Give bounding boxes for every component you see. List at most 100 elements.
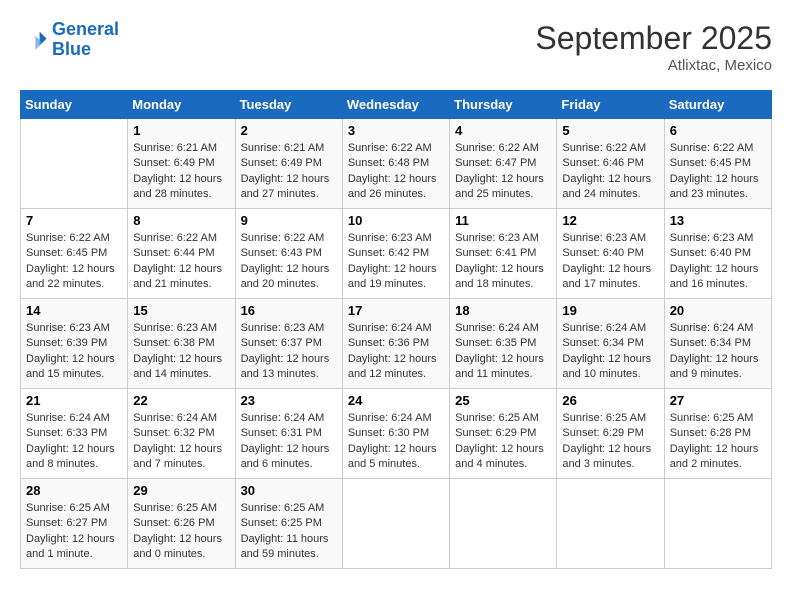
day-number: 8 [133,213,229,228]
day-info: Sunrise: 6:22 AMSunset: 6:45 PMDaylight:… [670,141,766,203]
day-cell [664,479,771,569]
day-number: 9 [241,213,337,228]
day-info: Sunrise: 6:22 AMSunset: 6:47 PMDaylight:… [455,141,551,203]
day-info: Sunrise: 6:24 AMSunset: 6:30 PMDaylight:… [348,411,444,473]
day-number: 6 [670,123,766,138]
day-cell: 19Sunrise: 6:24 AMSunset: 6:34 PMDayligh… [557,299,664,389]
day-number: 26 [562,393,658,408]
day-number: 19 [562,303,658,318]
day-cell: 29 Sunrise: 6:25 AMSunset: 6:26 PMDayligh… [128,479,235,569]
day-number: 15 [133,303,229,318]
day-cell [557,479,664,569]
page-header: General Blue September 2025 Atlixtac, Me… [20,20,772,74]
day-info: Sunrise: 6:24 AMSunset: 6:33 PMDaylight:… [26,411,122,473]
day-info: Sunrise: 6:23 AMSunset: 6:42 PMDaylight:… [348,231,444,293]
day-info: Sunrise: 6:23 AMSunset: 6:39 PMDaylight:… [26,321,122,383]
day-header-friday: Friday [557,91,664,119]
day-info: Sunrise: 6:23 AMSunset: 6:40 PMDaylight:… [670,231,766,293]
day-info: Sunrise: 6:21 AMSunset: 6:49 PMDaylight:… [241,141,337,203]
day-header-wednesday: Wednesday [342,91,449,119]
day-cell: 5Sunrise: 6:22 AMSunset: 6:46 PMDaylight… [557,119,664,209]
day-number: 13 [670,213,766,228]
day-info: Sunrise: 6:24 AMSunset: 6:36 PMDaylight:… [348,321,444,383]
day-info: Sunrise: 6:25 AMSunset: 6:29 PMDaylight:… [562,411,658,473]
day-number: 3 [348,123,444,138]
day-info: Sunrise: 6:24 AMSunset: 6:31 PMDaylight:… [241,411,337,473]
day-cell: 27 Sunrise: 6:25 AMSunset: 6:28 PMDayligh… [664,389,771,479]
day-number: 23 [241,393,337,408]
day-number: 24 [348,393,444,408]
day-cell: 21 Sunrise: 6:24 AMSunset: 6:33 PMDayligh… [21,389,128,479]
month-title: September 2025 [535,20,772,57]
day-info: Sunrise: 6:25 AMSunset: 6:28 PMDaylight:… [670,411,766,473]
day-header-sunday: Sunday [21,91,128,119]
day-info: Sunrise: 6:25 AMSunset: 6:27 PMDaylight:… [26,501,122,563]
day-cell: 24 Sunrise: 6:24 AMSunset: 6:30 PMDayligh… [342,389,449,479]
day-number: 20 [670,303,766,318]
day-info: Sunrise: 6:25 AMSunset: 6:26 PMDaylight:… [133,501,229,563]
day-cell: 28 Sunrise: 6:25 AMSunset: 6:27 PMDayligh… [21,479,128,569]
day-number: 14 [26,303,122,318]
day-number: 29 [133,483,229,498]
day-number: 27 [670,393,766,408]
logo-text: General Blue [52,20,119,60]
day-number: 10 [348,213,444,228]
day-cell: 13 Sunrise: 6:23 AMSunset: 6:40 PMDayligh… [664,209,771,299]
day-info: Sunrise: 6:25 AMSunset: 6:29 PMDaylight:… [455,411,551,473]
day-number: 2 [241,123,337,138]
week-row-1: 7Sunrise: 6:22 AMSunset: 6:45 PMDaylight… [21,209,772,299]
day-header-saturday: Saturday [664,91,771,119]
day-cell: 7Sunrise: 6:22 AMSunset: 6:45 PMDaylight… [21,209,128,299]
day-info: Sunrise: 6:23 AMSunset: 6:38 PMDaylight:… [133,321,229,383]
day-header-thursday: Thursday [450,91,557,119]
day-number: 1 [133,123,229,138]
day-number: 22 [133,393,229,408]
title-block: September 2025 Atlixtac, Mexico [535,20,772,74]
day-number: 12 [562,213,658,228]
day-cell: 18Sunrise: 6:24 AMSunset: 6:35 PMDayligh… [450,299,557,389]
calendar-header-row: SundayMondayTuesdayWednesdayThursdayFrid… [21,91,772,119]
day-number: 21 [26,393,122,408]
day-cell: 2 Sunrise: 6:21 AMSunset: 6:49 PMDaylight… [235,119,342,209]
week-row-4: 28 Sunrise: 6:25 AMSunset: 6:27 PMDayligh… [21,479,772,569]
day-number: 28 [26,483,122,498]
day-number: 30 [241,483,337,498]
day-cell: 9Sunrise: 6:22 AMSunset: 6:43 PMDaylight… [235,209,342,299]
day-cell: 10 Sunrise: 6:23 AMSunset: 6:42 PMDayligh… [342,209,449,299]
day-cell: 20 Sunrise: 6:24 AMSunset: 6:34 PMDayligh… [664,299,771,389]
day-number: 11 [455,213,551,228]
day-info: Sunrise: 6:23 AMSunset: 6:41 PMDaylight:… [455,231,551,293]
day-cell [21,119,128,209]
day-info: Sunrise: 6:21 AMSunset: 6:49 PMDaylight:… [133,141,229,203]
day-cell: 17 Sunrise: 6:24 AMSunset: 6:36 PMDayligh… [342,299,449,389]
day-info: Sunrise: 6:24 AMSunset: 6:34 PMDaylight:… [670,321,766,383]
week-row-2: 14 Sunrise: 6:23 AMSunset: 6:39 PMDayligh… [21,299,772,389]
logo: General Blue [20,20,119,60]
day-info: Sunrise: 6:22 AMSunset: 6:46 PMDaylight:… [562,141,658,203]
day-info: Sunrise: 6:23 AMSunset: 6:40 PMDaylight:… [562,231,658,293]
day-cell: 3 Sunrise: 6:22 AMSunset: 6:48 PMDaylight… [342,119,449,209]
day-cell: 6 Sunrise: 6:22 AMSunset: 6:45 PMDaylight… [664,119,771,209]
day-cell: 4Sunrise: 6:22 AMSunset: 6:47 PMDaylight… [450,119,557,209]
day-number: 16 [241,303,337,318]
day-header-monday: Monday [128,91,235,119]
day-number: 18 [455,303,551,318]
day-cell: 15 Sunrise: 6:23 AMSunset: 6:38 PMDayligh… [128,299,235,389]
day-cell: 26 Sunrise: 6:25 AMSunset: 6:29 PMDayligh… [557,389,664,479]
day-number: 17 [348,303,444,318]
day-number: 25 [455,393,551,408]
logo-line1: General [52,19,119,39]
day-info: Sunrise: 6:22 AMSunset: 6:45 PMDaylight:… [26,231,122,293]
logo-icon [20,26,48,54]
week-row-3: 21 Sunrise: 6:24 AMSunset: 6:33 PMDayligh… [21,389,772,479]
day-info: Sunrise: 6:22 AMSunset: 6:44 PMDaylight:… [133,231,229,293]
day-info: Sunrise: 6:22 AMSunset: 6:48 PMDaylight:… [348,141,444,203]
day-cell: 12 Sunrise: 6:23 AMSunset: 6:40 PMDayligh… [557,209,664,299]
day-cell: 16Sunrise: 6:23 AMSunset: 6:37 PMDayligh… [235,299,342,389]
day-cell: 22Sunrise: 6:24 AMSunset: 6:32 PMDayligh… [128,389,235,479]
day-cell: 25 Sunrise: 6:25 AMSunset: 6:29 PMDayligh… [450,389,557,479]
day-cell: 11 Sunrise: 6:23 AMSunset: 6:41 PMDayligh… [450,209,557,299]
calendar-body: 1 Sunrise: 6:21 AMSunset: 6:49 PMDaylight… [21,119,772,569]
day-cell [342,479,449,569]
day-cell [450,479,557,569]
